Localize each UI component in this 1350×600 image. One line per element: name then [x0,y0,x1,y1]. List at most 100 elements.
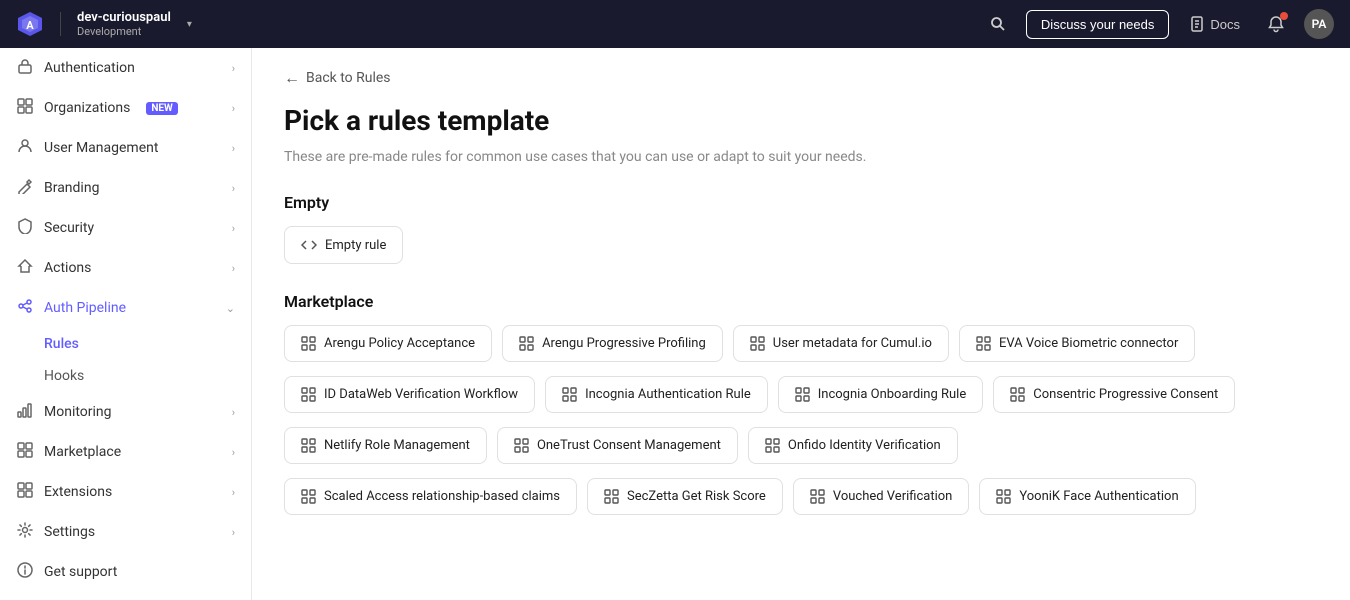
card-label-ontrust-consent: OneTrust Consent Management [537,438,721,453]
template-card-incognia-onboarding[interactable]: Incognia Onboarding Rule [778,376,984,413]
template-card-id-dataweb[interactable]: ID DataWeb Verification Workflow [284,376,535,413]
template-card-netlify-role[interactable]: Netlify Role Management [284,427,487,464]
grid-icon [996,489,1011,504]
sidebar-item-user-management[interactable]: User Management › [0,128,251,168]
discuss-button[interactable]: Discuss your needs [1026,10,1169,39]
card-label-eva-voice: EVA Voice Biometric connector [999,336,1178,351]
settings-label: Settings [44,524,95,540]
template-card-consentric[interactable]: Consentric Progressive Consent [993,376,1235,413]
organizations-label: Organizations [44,100,130,116]
template-card-ontrust-consent[interactable]: OneTrust Consent Management [497,427,738,464]
card-label-seczetta: SecZetta Get Risk Score [627,489,766,504]
sidebar-subitem-rules[interactable]: Rules [44,328,251,360]
user-management-chevron-icon: › [232,142,235,155]
tenant-name: dev-curiouspaul [77,10,171,25]
tenant-env: Development [77,25,171,38]
template-card-vouched[interactable]: Vouched Verification [793,478,970,515]
sidebar-item-get-support[interactable]: Get support [0,552,251,592]
code-icon [301,237,317,253]
sidebar-item-monitoring[interactable]: Monitoring › [0,392,251,432]
grid-icon [1010,387,1025,402]
docs-button[interactable]: Docs [1181,16,1248,32]
sidebar-item-actions[interactable]: Actions › [0,248,251,288]
sidebar-item-security[interactable]: Security › [0,208,251,248]
sidebar: Authentication › Organizations NEW › [0,48,252,600]
auth-pipeline-icon [16,298,34,318]
actions-label: Actions [44,260,91,276]
template-card-onfido-identity[interactable]: Onfido Identity Verification [748,427,958,464]
nav-divider [60,12,61,36]
template-card-user-metadata-cumul[interactable]: User metadata for Cumul.io [733,325,949,362]
card-label-incognia-auth: Incognia Authentication Rule [585,387,751,402]
marketplace-icon [16,442,34,462]
tenant-chevron-icon: ▾ [187,19,192,30]
card-label-incognia-onboarding: Incognia Onboarding Rule [818,387,967,402]
card-label-onfido-identity: Onfido Identity Verification [788,438,941,453]
empty-rule-card[interactable]: Empty rule [284,226,403,264]
auth-pipeline-chevron-icon: ⌄ [226,302,235,315]
sidebar-item-auth-pipeline[interactable]: Auth Pipeline ⌄ [0,288,251,328]
grid-icon [810,489,825,504]
tenant-selector[interactable]: dev-curiouspaul Development [77,10,171,38]
grid-icon [519,336,534,351]
grid-icon [301,387,316,402]
user-management-icon [16,138,34,158]
empty-section: Empty Empty rule [284,193,1318,264]
page-subtitle: These are pre-made rules for common use … [284,149,1318,165]
card-label-yoonik: YooniK Face Authentication [1019,489,1178,504]
avatar[interactable]: PA [1304,9,1334,39]
actions-icon [16,258,34,278]
marketplace-chevron-icon: › [232,446,235,459]
page-title: Pick a rules template [284,104,1318,137]
template-card-eva-voice[interactable]: EVA Voice Biometric connector [959,325,1195,362]
template-card-scaled-access[interactable]: Scaled Access relationship-based claims [284,478,577,515]
marketplace-label: Marketplace [44,444,121,460]
template-card-arengu-policy[interactable]: Arengu Policy Acceptance [284,325,492,362]
card-label-id-dataweb: ID DataWeb Verification Workflow [324,387,518,402]
organizations-badge: NEW [146,102,177,115]
template-card-seczetta[interactable]: SecZetta Get Risk Score [587,478,783,515]
back-arrow-icon: ← [284,68,300,88]
sidebar-item-branding[interactable]: Branding › [0,168,251,208]
template-card-arengu-profiling[interactable]: Arengu Progressive Profiling [502,325,723,362]
authentication-label: Authentication [44,60,135,76]
empty-cards-row: Empty rule [284,226,1318,264]
grid-icon [976,336,991,351]
grid-icon [301,438,316,453]
sidebar-item-settings[interactable]: Settings › [0,512,251,552]
sidebar-item-extensions[interactable]: Extensions › [0,472,251,512]
marketplace-section-title: Marketplace [284,292,1318,311]
branding-label: Branding [44,180,99,196]
template-card-incognia-auth[interactable]: Incognia Authentication Rule [545,376,768,413]
logo: A [16,10,44,38]
search-button[interactable] [982,8,1014,40]
settings-icon [16,522,34,542]
grid-icon [795,387,810,402]
branding-icon [16,178,34,198]
extensions-chevron-icon: › [232,486,235,499]
settings-chevron-icon: › [232,526,235,539]
marketplace-section: Marketplace Arengu Policy Acceptance Are… [284,292,1318,515]
grid-icon [562,387,577,402]
sidebar-item-authentication[interactable]: Authentication › [0,48,251,88]
authentication-chevron-icon: › [232,62,235,75]
sidebar-item-give-feedback[interactable]: Give feedback [0,592,251,600]
sidebar-subitem-hooks[interactable]: Hooks [44,360,251,392]
sidebar-item-marketplace[interactable]: Marketplace › [0,432,251,472]
card-label-consentric: Consentric Progressive Consent [1033,387,1218,402]
organizations-icon [16,98,34,118]
monitoring-label: Monitoring [44,404,112,420]
back-link-label: Back to Rules [306,70,391,86]
sidebar-item-organizations[interactable]: Organizations NEW › [0,88,251,128]
monitoring-chevron-icon: › [232,406,235,419]
monitoring-icon [16,402,34,422]
card-label-arengu-policy: Arengu Policy Acceptance [324,336,475,351]
card-label-netlify-role: Netlify Role Management [324,438,470,453]
template-card-yoonik[interactable]: YooniK Face Authentication [979,478,1195,515]
back-link[interactable]: ← Back to Rules [284,68,1318,88]
notifications-button[interactable] [1260,8,1292,40]
empty-rule-label: Empty rule [325,238,386,253]
grid-icon [301,489,316,504]
get-support-label: Get support [44,564,117,580]
marketplace-cards-row-1: Arengu Policy Acceptance Arengu Progress… [284,325,1318,362]
